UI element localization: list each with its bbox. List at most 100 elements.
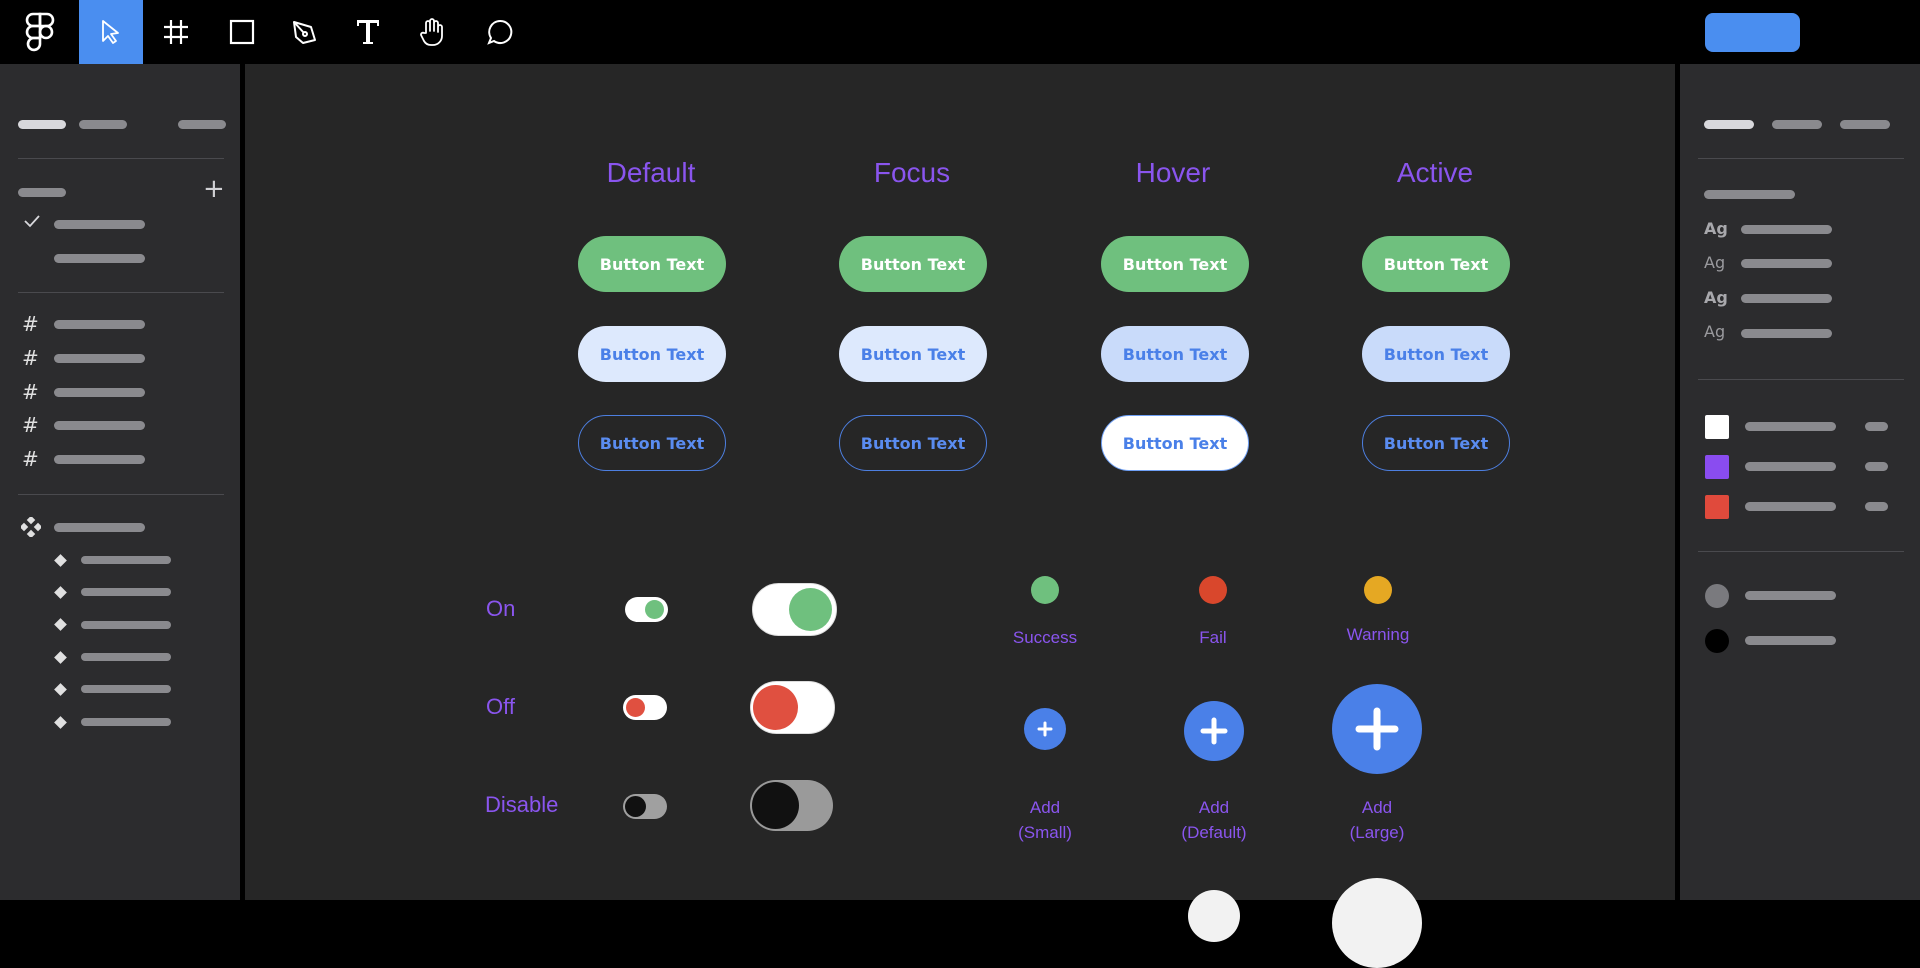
status-warning-label: Warning (1346, 625, 1410, 644)
color-swatch-purple[interactable] (1705, 455, 1729, 479)
comment-tool-icon[interactable] (468, 0, 532, 64)
toggle-label-on: On (486, 596, 516, 621)
effect-style-swatch[interactable] (1705, 629, 1729, 653)
text-tool-icon[interactable] (336, 0, 400, 64)
column-heading-hover: Hover (1135, 157, 1211, 188)
add-default-label-line2: (Default) (1181, 823, 1247, 842)
text-style-item[interactable] (1741, 225, 1832, 234)
page-item[interactable] (54, 254, 145, 263)
color-swatch-white[interactable] (1705, 415, 1729, 439)
color-style-item[interactable] (1745, 422, 1836, 431)
add-small-label-line2: (Small) (1018, 823, 1072, 842)
circle-button-partial[interactable] (1332, 878, 1422, 968)
add-page-icon[interactable]: + (203, 176, 225, 202)
frame-tool-icon[interactable] (144, 0, 208, 64)
outline-button-focus[interactable]: Button Text (839, 415, 987, 471)
toggle-small-off[interactable] (623, 695, 667, 720)
hand-tool-icon[interactable] (400, 0, 464, 64)
page-item[interactable] (54, 220, 145, 229)
add-button-large[interactable] (1332, 684, 1422, 774)
tab-prototype[interactable] (1772, 120, 1822, 129)
rectangle-tool-icon[interactable] (210, 0, 274, 64)
column-heading-focus: Focus (873, 157, 951, 188)
tab-layers[interactable] (18, 120, 66, 129)
tab-design[interactable] (1704, 120, 1754, 129)
instance-item[interactable] (81, 588, 171, 596)
toggle-small-disabled[interactable] (623, 794, 667, 819)
circle-button-partial[interactable] (1188, 890, 1240, 942)
color-style-value (1865, 462, 1888, 471)
primary-button-hover[interactable]: Button Text (1101, 236, 1249, 292)
toggle-knob (752, 782, 799, 829)
color-style-item[interactable] (1745, 462, 1836, 471)
move-tool-icon[interactable] (79, 0, 143, 64)
component-item[interactable] (54, 523, 145, 532)
outline-button-default[interactable]: Button Text (578, 415, 726, 471)
divider (18, 158, 224, 159)
add-large-label: Add (Large) (1317, 795, 1437, 845)
layer-item[interactable] (54, 388, 145, 397)
tab-page[interactable] (178, 120, 226, 129)
text-style-item[interactable] (1741, 259, 1832, 268)
add-button-small[interactable] (1024, 708, 1066, 750)
plus-icon (1037, 721, 1053, 737)
instance-item[interactable] (81, 621, 171, 629)
instance-item[interactable] (81, 718, 171, 726)
status-success-label: Success (1012, 628, 1078, 647)
share-button[interactable] (1705, 13, 1800, 52)
divider (1698, 551, 1904, 552)
layer-item[interactable] (54, 421, 145, 430)
component-icon (19, 515, 43, 541)
secondary-button-hover[interactable]: Button Text (1101, 326, 1249, 382)
outline-button-hover[interactable]: Button Text (1101, 415, 1249, 471)
add-small-label-line1: Add (1029, 798, 1061, 817)
design-canvas[interactable]: Default Focus Hover Active Button Text B… (245, 64, 1675, 968)
secondary-button-focus[interactable]: Button Text (839, 326, 987, 382)
primary-button-default[interactable]: Button Text (578, 236, 726, 292)
color-swatch-red[interactable] (1705, 495, 1729, 519)
toggle-knob (625, 796, 646, 817)
text-style-sample: Ag (1704, 288, 1728, 307)
toggle-small-on[interactable] (625, 597, 668, 622)
layer-item[interactable] (54, 354, 145, 363)
tab-inspect[interactable] (1840, 120, 1890, 129)
instance-icon (54, 651, 67, 664)
add-button-default[interactable] (1184, 701, 1244, 761)
frame-icon: # (22, 447, 39, 471)
toggle-large-on[interactable] (752, 583, 837, 636)
properties-panel: Ag Ag Ag Ag (1680, 64, 1920, 900)
secondary-button-active[interactable]: Button Text (1362, 326, 1510, 382)
instance-item[interactable] (81, 653, 171, 661)
color-style-item[interactable] (1745, 502, 1836, 511)
instance-item[interactable] (81, 685, 171, 693)
status-fail-dot (1199, 576, 1227, 604)
toggle-large-disabled[interactable] (750, 780, 833, 831)
instance-item[interactable] (81, 556, 171, 564)
add-small-label: Add (Small) (985, 795, 1105, 845)
effect-style-item[interactable] (1745, 591, 1836, 600)
primary-button-focus[interactable]: Button Text (839, 236, 987, 292)
text-style-item[interactable] (1741, 329, 1832, 338)
layer-item[interactable] (54, 320, 145, 329)
effect-style-item[interactable] (1745, 636, 1836, 645)
toggle-knob (753, 685, 798, 730)
status-success-dot (1031, 576, 1059, 604)
layer-item[interactable] (54, 455, 145, 464)
outline-button-active[interactable]: Button Text (1362, 415, 1510, 471)
frame-icon: # (22, 413, 39, 437)
toolbar (0, 0, 1920, 64)
pen-tool-icon[interactable] (273, 0, 337, 64)
figma-logo-icon[interactable] (8, 0, 72, 64)
pages-heading (18, 188, 66, 197)
tab-assets[interactable] (79, 120, 127, 129)
add-default-label-line1: Add (1198, 798, 1230, 817)
text-style-item[interactable] (1741, 294, 1832, 303)
secondary-button-default[interactable]: Button Text (578, 326, 726, 382)
divider (1698, 158, 1904, 159)
effect-style-swatch[interactable] (1705, 584, 1729, 608)
color-style-value (1865, 422, 1888, 431)
toggle-knob (789, 588, 832, 631)
primary-button-active[interactable]: Button Text (1362, 236, 1510, 292)
toggle-large-off[interactable] (750, 681, 835, 734)
text-style-sample: Ag (1704, 253, 1726, 272)
